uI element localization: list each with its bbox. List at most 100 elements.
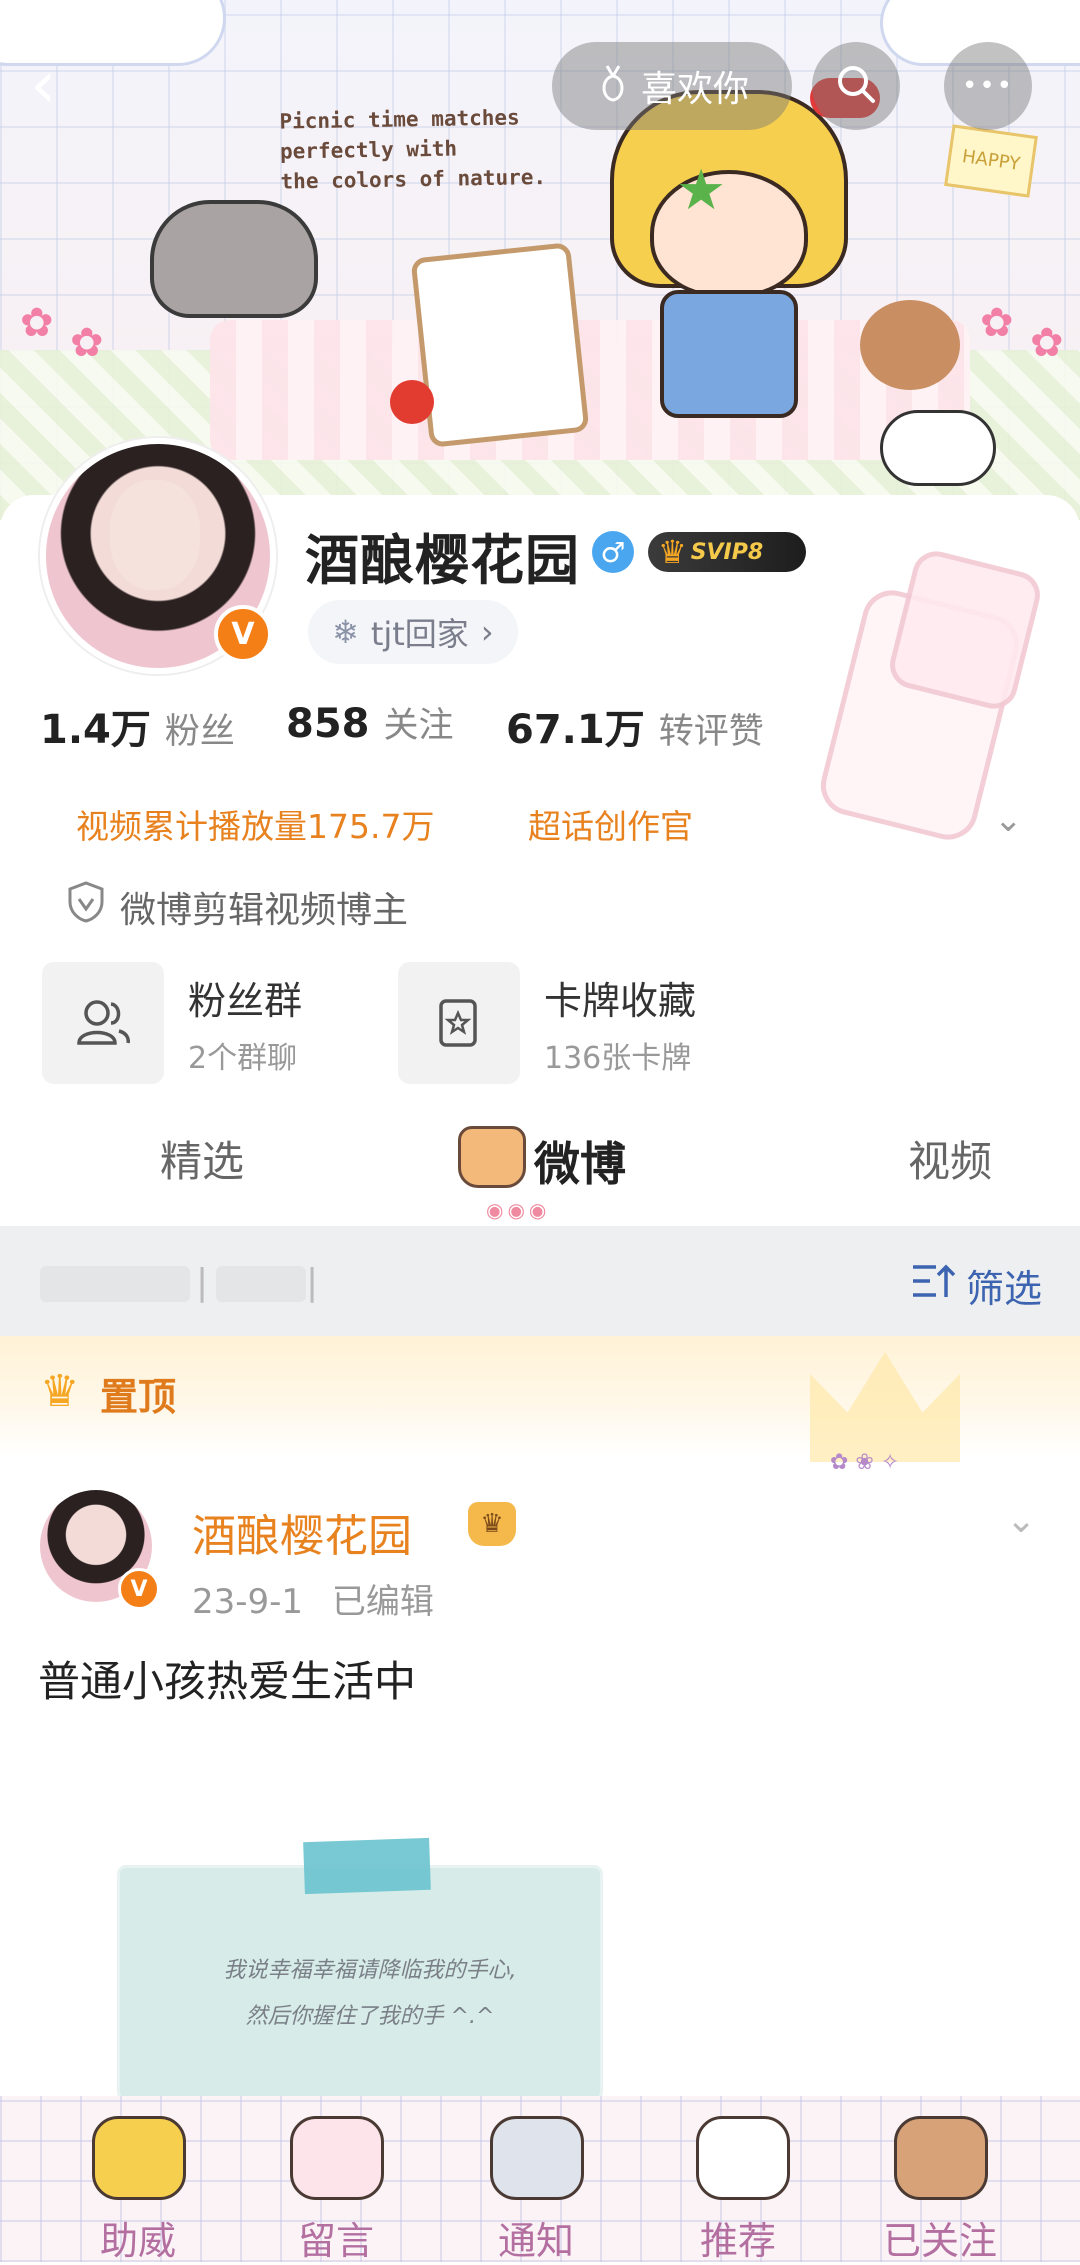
post-image-caption-line: 我说幸福幸福请降临我的手心, <box>223 1958 517 1983</box>
stat-value: 67.1万 <box>506 707 645 753</box>
filter-label: 筛选 <box>965 1267 1042 1311</box>
search-button[interactable] <box>812 42 900 130</box>
card-collection-entry[interactable]: 卡牌收藏 136张卡牌 <box>398 962 696 1084</box>
tab-video[interactable]: 视频 <box>908 1128 992 1189</box>
honor-video-plays[interactable]: 视频累计播放量175.7万 <box>76 800 434 848</box>
filter-option-blurred[interactable] <box>216 1266 306 1302</box>
card-icon <box>398 962 520 1084</box>
back-arrow-icon: ‹ <box>30 46 57 123</box>
like-you-label: 喜欢你 <box>640 69 749 110</box>
chevron-right-icon: › <box>480 613 494 651</box>
verified-badge-glyph: V <box>231 616 255 652</box>
sticker-decoration: ✿ ❀ ✧ <box>830 1450 900 1475</box>
banner-caption: Picnic time matches perfectly with the c… <box>279 101 581 196</box>
chevron-down-icon[interactable]: ⌄ <box>1006 1500 1036 1541</box>
dog-icon <box>894 2116 988 2200</box>
filter-separator: | <box>306 1262 319 1303</box>
fan-group-subtitle: 2个群聊 <box>188 1040 298 1076</box>
location-chip[interactable]: ❄ tjt回家 › <box>308 600 518 664</box>
banner-caption-line: the colors of nature. <box>280 164 547 194</box>
star-illustration: ★ <box>676 158 727 223</box>
card-collection-subtitle: 136张卡牌 <box>544 1040 692 1076</box>
easel-illustration <box>410 242 590 448</box>
shield-icon <box>66 880 106 933</box>
like-you-button[interactable]: 喜欢你 <box>552 42 792 130</box>
filter-icon <box>910 1261 956 1310</box>
picnic-blanket-decoration <box>210 320 970 460</box>
back-button[interactable]: ‹ <box>30 50 90 120</box>
nav-following[interactable]: 已关注 <box>860 2210 1020 2265</box>
tab-weibo[interactable]: 微博 <box>534 1128 626 1194</box>
crown-badge-icon: ♛ <box>468 1502 516 1546</box>
people-icon <box>42 962 164 1084</box>
post-text: 普通小孩热爱生活中 <box>38 1657 417 1706</box>
pinned-label: 置顶 <box>100 1375 177 1419</box>
certification-row: 微博剪辑视频博主 <box>66 880 408 933</box>
filter-separator: | <box>196 1262 209 1303</box>
kitty-illustration <box>880 410 996 486</box>
apple-illustration <box>390 380 434 424</box>
flower-decoration: ✿ <box>980 300 1014 346</box>
flower-decoration: ✿ <box>20 300 54 346</box>
male-gender-icon: ♂ <box>592 531 634 573</box>
post-author-name[interactable]: 酒酿樱花园 <box>192 1500 412 1564</box>
certification-label: 微博剪辑视频博主 <box>120 889 409 931</box>
filter-option-blurred[interactable] <box>40 1266 190 1302</box>
more-button[interactable]: ••• <box>944 42 1032 130</box>
post-date: 23-9-1 <box>192 1582 304 1622</box>
post-edited-label: 已编辑 <box>331 1582 434 1622</box>
verified-badge-icon: V <box>118 1568 160 1610</box>
verified-badge-icon: V <box>214 605 272 663</box>
post-image-caption-line: 然后你握住了我的手 ^.^ <box>245 2004 495 2029</box>
svip-label: SVIP8 <box>690 539 764 565</box>
nav-cheer[interactable]: 助威 <box>58 2210 218 2265</box>
tape-decoration <box>303 1837 431 1895</box>
cheer-icon <box>92 2116 186 2200</box>
kitty-icon <box>696 2116 790 2200</box>
fan-group-title: 粉丝群 <box>188 978 303 1023</box>
stat-label: 关注 <box>383 706 454 746</box>
nav-notify[interactable]: 通知 <box>456 2210 616 2265</box>
post-meta: 23-9-1 已编辑 <box>192 1574 434 1623</box>
stat-followers[interactable]: 1.4万 粉丝 <box>40 697 235 755</box>
stat-label: 转评赞 <box>658 712 764 752</box>
crown-icon: ♛ <box>40 1366 80 1417</box>
flower-decoration: ✿ <box>1030 320 1064 366</box>
carrot-icon <box>595 62 631 111</box>
profile-name: 酒酿樱花园 <box>305 529 580 592</box>
tab-active-indicator: ◉◉◉ <box>486 1198 551 1222</box>
girl-face-illustration <box>650 170 808 298</box>
svip-badge[interactable]: ♛ SVIP8 <box>648 532 806 572</box>
stat-following[interactable]: 858 关注 <box>286 697 454 748</box>
stat-label: 粉丝 <box>164 712 235 752</box>
tab-weibo-label: 微博 <box>534 1137 626 1191</box>
stat-value: 858 <box>286 701 370 747</box>
more-icon: ••• <box>961 71 1014 101</box>
girl-body-illustration <box>660 290 798 418</box>
snowflake-icon: ❄ <box>332 613 359 651</box>
gender-glyph: ♂ <box>600 535 626 569</box>
nav-recommend[interactable]: 推荐 <box>658 2210 818 2265</box>
flower-decoration: ✿ <box>70 320 104 366</box>
verified-badge-glyph: V <box>130 1576 148 1602</box>
basket-icon <box>458 1126 526 1188</box>
stat-interactions[interactable]: 67.1万 转评赞 <box>506 697 764 755</box>
tab-featured[interactable]: 精选 <box>160 1128 244 1189</box>
location-label: tjt回家 <box>370 615 469 653</box>
nav-message[interactable]: 留言 <box>256 2210 416 2265</box>
post-image-caption: 我说幸福幸福请降临我的手心, 然后你握住了我的手 ^.^ <box>150 1948 590 2040</box>
card-collection-title: 卡牌收藏 <box>544 978 697 1023</box>
phone-icon <box>490 2116 584 2200</box>
avatar-face <box>110 480 200 590</box>
fan-group-entry[interactable]: 粉丝群 2个群聊 <box>42 962 302 1084</box>
crown-icon: ♛ <box>658 533 687 571</box>
search-icon <box>834 62 878 110</box>
stat-value: 1.4万 <box>40 707 151 753</box>
envelope-icon <box>290 2116 384 2200</box>
filter-button[interactable]: 筛选 <box>910 1258 1042 1313</box>
cat-illustration <box>150 200 318 318</box>
chevron-down-icon[interactable]: ⌄ <box>994 800 1023 840</box>
happy-tag-decoration: HAPPY <box>944 124 1038 198</box>
honor-supertopic-creator[interactable]: 超话创作官 <box>528 800 693 848</box>
dog-illustration <box>860 300 960 390</box>
